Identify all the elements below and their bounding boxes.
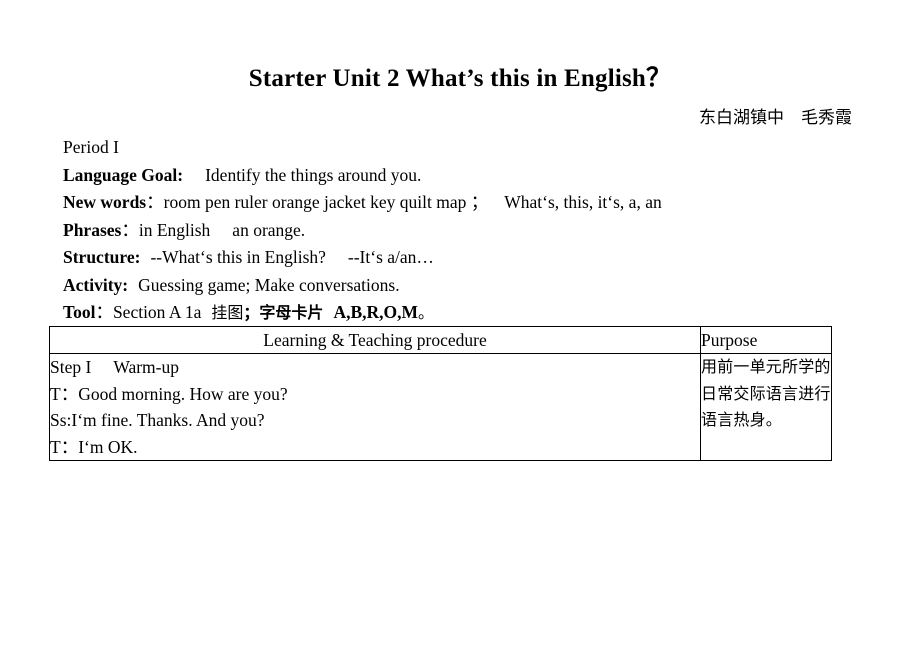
activity-text: Guessing game; Make conversations. (138, 274, 400, 295)
tool-letters: A,B,R,O,M (333, 302, 419, 322)
new-words-label: New words (63, 192, 147, 212)
tool-line: Tool：Section A 1a 挂图；字母卡片 A,B,R,O,M。 (63, 299, 863, 327)
procedure-speaker: T： (50, 436, 79, 457)
activity-line: Activity: Guessing game; Make conversatio… (63, 272, 863, 300)
activity-label: Activity: (63, 274, 129, 295)
language-goal-text: Identify the things around you. (205, 164, 422, 185)
phrases-text: in English (138, 219, 211, 240)
language-goal-line: Language Goal: Identify the things around… (63, 162, 863, 190)
procedure-line: T：Good morning. How are you? (50, 381, 700, 408)
tool-separator: ： (95, 302, 113, 322)
table-row: Step I Warm-up T：Good morning. How are yo… (49, 353, 832, 461)
tool-label: Tool (63, 302, 96, 322)
lesson-overview: Period I Language Goal: Identify the thin… (63, 134, 863, 327)
new-words-text: room pen ruler orange jacket key quilt m… (163, 192, 489, 212)
procedure-text: Warm-up (113, 357, 179, 377)
document-page: Starter Unit 2 What’s this in English？ 东… (0, 0, 920, 650)
procedure-text: I‘m fine. Thanks. And you? (71, 410, 265, 430)
tool-cards-text: ；字母卡片 (243, 303, 324, 322)
author-byline: 东白湖镇中 毛秀霞 (699, 108, 852, 128)
tool-chart-text: 挂图 (211, 303, 244, 322)
period-label: Period I (63, 137, 119, 157)
page-title: Starter Unit 2 What’s this in English？ (248, 65, 672, 92)
procedure-line: Ss:I‘m fine. Thanks. And you? (50, 407, 700, 434)
language-goal-label: Language Goal: (63, 164, 184, 185)
new-words-separator: ： (146, 192, 164, 212)
table-header-row: Learning & Teaching procedure Purpose (49, 326, 832, 354)
procedure-speaker: T： (50, 383, 79, 404)
procedure-speaker: Ss: (50, 410, 72, 430)
tool-period-mark: 。 (418, 303, 435, 322)
cell-procedure: Step I Warm-up T：Good morning. How are yo… (49, 353, 701, 461)
phrases-line: Phrases：in English an orange. (63, 217, 863, 245)
procedure-table: Learning & Teaching procedure Purpose St… (49, 326, 832, 461)
phrases-label: Phrases (63, 219, 122, 240)
procedure-line: Step I Warm-up (50, 354, 700, 381)
phrases-text-secondary: an orange. (232, 219, 306, 240)
procedure-line: T：I‘m OK. (50, 434, 700, 461)
header-purpose: Purpose (700, 326, 832, 354)
procedure-speaker: Step I (50, 357, 92, 377)
structure-text-secondary: --It‘s a/an… (347, 247, 434, 267)
purpose-text: 用前一单元所学的日常交际语言进行语言热身。 (701, 357, 831, 429)
new-words-text-secondary: What‘s, this, it‘s, a, an (504, 192, 662, 212)
new-words-line: New words：room pen ruler orange jacket k… (63, 189, 863, 217)
procedure-text: Good morning. How are you? (78, 383, 288, 404)
period-line: Period I (63, 134, 863, 162)
header-procedure: Learning & Teaching procedure (49, 326, 701, 354)
procedure-text: I‘m OK. (78, 436, 138, 457)
structure-label: Structure: (63, 247, 141, 267)
cell-purpose: 用前一单元所学的日常交际语言进行语言热身。 (700, 353, 832, 461)
phrases-separator: ： (121, 219, 139, 240)
tool-text: Section A 1a (112, 302, 202, 322)
structure-text: --What‘s this in English? (150, 247, 326, 267)
structure-line: Structure: --What‘s this in English? --It‘… (63, 244, 863, 272)
